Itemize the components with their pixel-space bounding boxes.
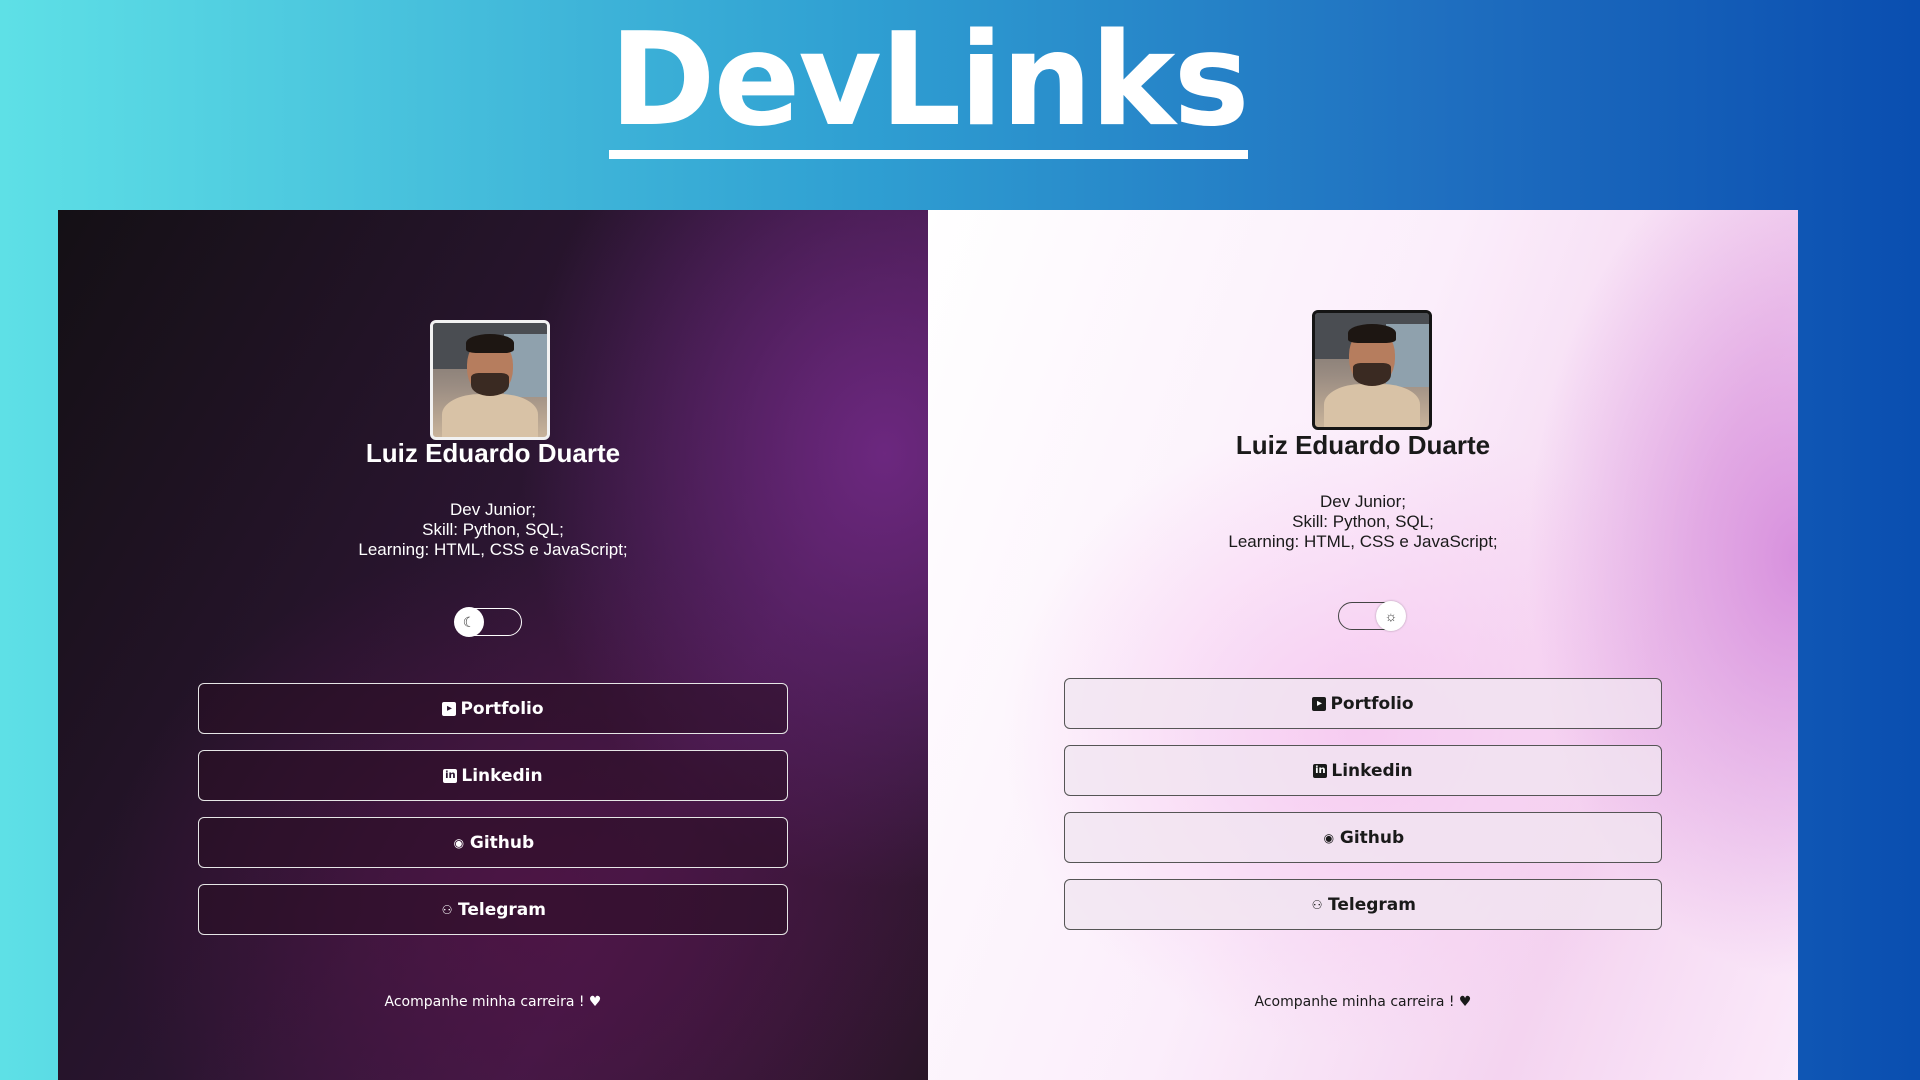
link-label: Telegram (1328, 894, 1416, 915)
links-list: ▸ Portfolio in Linkedin ◉ Github ⚇ Teleg… (58, 683, 928, 951)
bio-line: Learning: HTML, CSS e JavaScript; (1228, 532, 1498, 551)
linkedin-icon: in (443, 768, 458, 783)
github-icon: ◉ (1323, 830, 1335, 845)
linkedin-link-button[interactable]: in Linkedin (198, 750, 788, 801)
theme-toggle[interactable]: ☾ (454, 607, 522, 637)
moon-icon: ☾ (454, 607, 484, 637)
github-link-button[interactable]: ◉ Github (1064, 812, 1662, 863)
link-label: Portfolio (460, 698, 544, 719)
bio-line: Learning: HTML, CSS e JavaScript; (358, 540, 628, 559)
profile-bio: Dev Junior; Skill: Python, SQL; Learning… (58, 500, 928, 560)
bio-line: Dev Junior; (1320, 492, 1406, 511)
bio-line: Skill: Python, SQL; (1292, 512, 1434, 531)
telegram-link-button[interactable]: ⚇ Telegram (1064, 879, 1662, 930)
footer-text: Acompanhe minha carreira ! ♥ (1254, 994, 1472, 1010)
telegram-link-button[interactable]: ⚇ Telegram (198, 884, 788, 935)
github-icon: ◉ (453, 835, 465, 850)
bio-line: Skill: Python, SQL; (422, 520, 564, 539)
links-list: ▸ Portfolio in Linkedin ◉ Github ⚇ Teleg… (928, 678, 1798, 946)
link-label: Linkedin (1331, 760, 1413, 781)
dark-theme-preview: Luiz Eduardo Duarte Dev Junior; Skill: P… (58, 210, 928, 1080)
linkedin-icon: in (1313, 763, 1328, 778)
page-title: DevLinks (0, 13, 1857, 160)
portfolio-link-button[interactable]: ▸ Portfolio (198, 683, 788, 734)
telegram-icon: ⚇ (441, 902, 453, 917)
link-label: Telegram (458, 899, 546, 920)
footer-text: Acompanhe minha carreira ! ♥ (384, 994, 602, 1010)
profile-bio: Dev Junior; Skill: Python, SQL; Learning… (928, 492, 1798, 552)
bio-line: Dev Junior; (450, 500, 536, 519)
theme-toggle[interactable]: ☼ (1338, 601, 1406, 631)
portfolio-link-button[interactable]: ▸ Portfolio (1064, 678, 1662, 729)
profile-name: Luiz Eduardo Duarte (365, 438, 621, 468)
portfolio-icon: ▸ (442, 701, 457, 716)
avatar (430, 320, 550, 440)
avatar (1312, 310, 1432, 430)
sun-icon: ☼ (1376, 601, 1406, 631)
link-label: Linkedin (461, 765, 543, 786)
linkedin-link-button[interactable]: in Linkedin (1064, 745, 1662, 796)
profile-name: Luiz Eduardo Duarte (1235, 430, 1491, 460)
light-theme-preview: Luiz Eduardo Duarte Dev Junior; Skill: P… (928, 210, 1798, 1080)
page-title-text: DevLinks (609, 13, 1250, 160)
telegram-icon: ⚇ (1311, 897, 1323, 912)
github-link-button[interactable]: ◉ Github (198, 817, 788, 868)
link-label: Portfolio (1330, 693, 1414, 714)
link-label: Github (469, 832, 535, 853)
link-label: Github (1339, 827, 1405, 848)
portfolio-icon: ▸ (1312, 696, 1327, 711)
